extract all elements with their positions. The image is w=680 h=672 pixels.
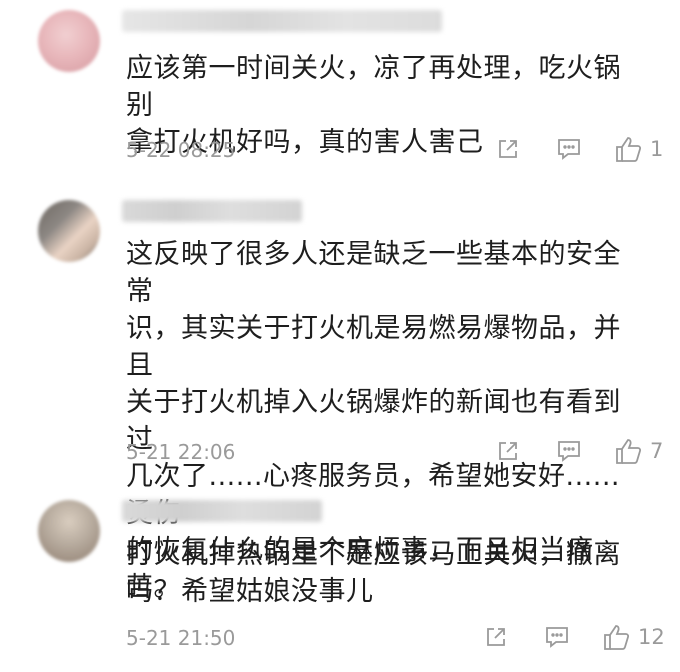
share-icon	[499, 442, 517, 460]
timestamp: 5-21 22:06	[126, 440, 236, 464]
like-button[interactable]: 1	[614, 134, 663, 164]
comment-icon	[546, 627, 568, 648]
reply-button[interactable]	[544, 625, 570, 649]
share-icon	[499, 140, 517, 158]
thumbs-up-icon	[616, 137, 642, 162]
avatar[interactable]	[38, 200, 100, 262]
username[interactable]	[122, 200, 302, 222]
like-count: 1	[650, 137, 664, 161]
like-button[interactable]: 7	[614, 436, 663, 466]
comment-line: 吗？希望姑娘没事儿	[126, 576, 374, 607]
like-button[interactable]: 12	[602, 622, 665, 652]
comment-text: 打火机掉热锅里不是应该马上关火，撤离 吗？希望姑娘没事儿	[126, 536, 646, 610]
thumbs-up-icon	[604, 625, 630, 650]
timestamp: 5-21 21:50	[126, 626, 236, 650]
share-button[interactable]	[496, 137, 520, 161]
comment-item: 应该第一时间关火，凉了再处理，吃火锅别 拿打火机好吗，真的害人害己 5-22 0…	[0, 0, 680, 180]
like-count: 7	[650, 439, 664, 463]
share-button[interactable]	[484, 625, 508, 649]
comment-line: 应该第一时间关火，凉了再处理，吃火锅别	[126, 53, 621, 121]
avatar[interactable]	[38, 10, 100, 72]
comment-line: 打火机掉热锅里不是应该马上关火，撤离	[126, 539, 621, 570]
comment-line: 这反映了很多人还是缺乏一些基本的安全常	[126, 239, 621, 307]
avatar[interactable]	[38, 500, 100, 562]
comment-icon	[558, 441, 580, 462]
reply-button[interactable]	[556, 439, 582, 463]
like-count: 12	[638, 625, 665, 649]
share-button[interactable]	[496, 439, 520, 463]
comment-icon	[558, 139, 580, 160]
username[interactable]	[122, 500, 322, 522]
comment-item: 打火机掉热锅里不是应该马上关火，撤离 吗？希望姑娘没事儿 5-21 21:50 …	[0, 480, 680, 672]
reply-button[interactable]	[556, 137, 582, 161]
username[interactable]	[122, 10, 442, 32]
share-icon	[487, 628, 505, 646]
comment-line: 识，其实关于打火机是易燃易爆物品，并且	[126, 313, 621, 381]
thumbs-up-icon	[616, 439, 642, 464]
timestamp: 5-22 08:25	[126, 138, 236, 162]
comment-item: 这反映了很多人还是缺乏一些基本的安全常 识，其实关于打火机是易燃易爆物品，并且 …	[0, 180, 680, 603]
